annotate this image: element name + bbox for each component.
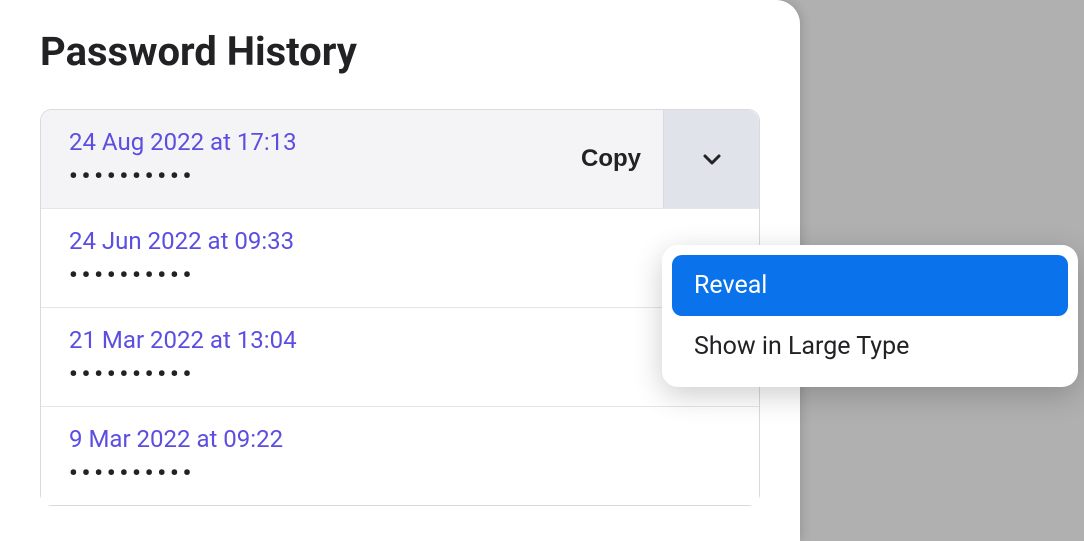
row-content: 21 Mar 2022 at 13:04 •••••••••• — [41, 308, 759, 406]
dropdown-menu: Reveal Show in Large Type — [662, 245, 1078, 387]
history-list: 24 Aug 2022 at 17:13 •••••••••• Copy 24 … — [40, 109, 760, 506]
entry-password-masked: •••••••••• — [69, 263, 731, 287]
entry-password-masked: •••••••••• — [69, 362, 731, 386]
entry-date: 21 Mar 2022 at 13:04 — [69, 326, 731, 354]
history-row[interactable]: 24 Aug 2022 at 17:13 •••••••••• Copy — [41, 110, 759, 209]
row-content: 24 Jun 2022 at 09:33 •••••••••• — [41, 209, 759, 307]
history-row[interactable]: 21 Mar 2022 at 13:04 •••••••••• — [41, 308, 759, 407]
entry-date: 24 Jun 2022 at 09:33 — [69, 227, 731, 255]
menu-item-large-type[interactable]: Show in Large Type — [672, 316, 1068, 377]
entry-password-masked: •••••••••• — [69, 164, 531, 188]
row-dropdown-button[interactable] — [663, 110, 759, 208]
row-content: 9 Mar 2022 at 09:22 •••••••••• — [41, 407, 759, 505]
chevron-down-icon — [700, 147, 724, 171]
row-actions: Copy — [559, 110, 759, 208]
entry-date: 9 Mar 2022 at 09:22 — [69, 425, 731, 453]
entry-date: 24 Aug 2022 at 17:13 — [69, 128, 531, 156]
page-title: Password History — [40, 28, 760, 75]
entry-password-masked: •••••••••• — [69, 461, 731, 485]
menu-item-reveal[interactable]: Reveal — [672, 255, 1068, 316]
row-content: 24 Aug 2022 at 17:13 •••••••••• — [41, 110, 559, 208]
copy-button[interactable]: Copy — [559, 110, 663, 208]
history-row[interactable]: 24 Jun 2022 at 09:33 •••••••••• — [41, 209, 759, 308]
history-row[interactable]: 9 Mar 2022 at 09:22 •••••••••• — [41, 407, 759, 505]
